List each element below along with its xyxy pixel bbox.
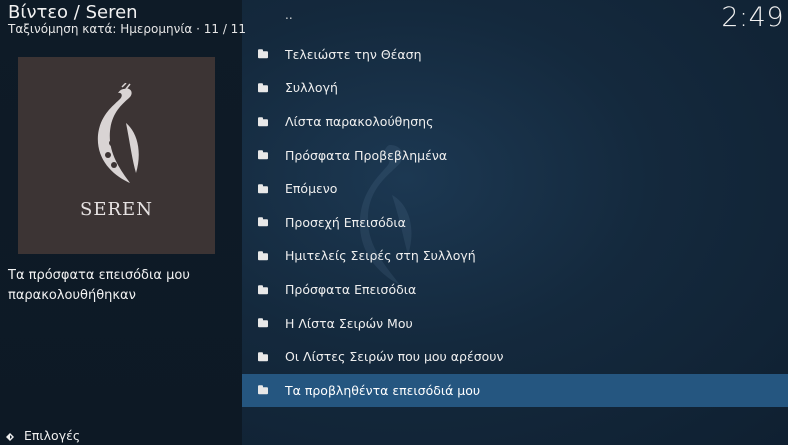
- folder-icon: [258, 385, 268, 395]
- list-item-label: Η Λίστα Σειρών Μου: [285, 315, 413, 331]
- list-item-parent[interactable]: ..: [242, 4, 788, 38]
- menu-list: .. Τελειώστε την Θέαση Συλλογή Λίστα παρ…: [242, 4, 788, 408]
- peacock-logo-icon: [97, 83, 139, 183]
- list-item-label: Ημιτελείς Σειρές στη Συλλογή: [285, 248, 476, 264]
- folder-icon: [258, 49, 268, 59]
- list-item-selected[interactable]: Τα προβληθέντα επεισόδιά μου: [242, 373, 788, 408]
- list-item[interactable]: Πρόσφατα Επεισόδια: [242, 273, 788, 307]
- parent-folder-label: ..: [285, 8, 293, 22]
- list-item-label: Λίστα παρακολούθησης: [285, 114, 434, 130]
- folder-icon: [258, 318, 268, 328]
- addon-thumbnail: SEREN: [18, 57, 215, 254]
- list-item-label: Πρόσφατα Προβεβλημένα: [285, 147, 448, 163]
- folder-icon: [258, 150, 268, 160]
- list-item[interactable]: Συλλογή: [242, 71, 788, 105]
- folder-icon: [258, 83, 268, 93]
- sort-info: Ταξινόμηση κατά: Ημερομηνία · 11 / 11: [8, 22, 246, 36]
- options-arrows-icon: [6, 433, 14, 441]
- options-button[interactable]: Επιλογές: [0, 423, 242, 445]
- list-item[interactable]: Επόμενο: [242, 172, 788, 206]
- thumbnail-label: SEREN: [80, 199, 153, 220]
- page-title: Βίντεο / Seren: [8, 2, 138, 23]
- item-description: Τα πρόσφατα επεισόδια μου παρακολουθήθηκ…: [8, 268, 190, 303]
- list-item-label: Τα προβληθέντα επεισόδιά μου: [285, 382, 481, 398]
- folder-icon: [258, 251, 268, 261]
- list-item[interactable]: Λίστα παρακολούθησης: [242, 105, 788, 139]
- list-item-label: Οι Λίστες Σειρών που μου αρέσουν: [285, 349, 504, 365]
- list-item[interactable]: Τελειώστε την Θέαση: [242, 38, 788, 72]
- list-item[interactable]: Ημιτελείς Σειρές στη Συλλογή: [242, 239, 788, 273]
- options-label: Επιλογές: [24, 428, 81, 443]
- folder-icon: [258, 284, 268, 294]
- list-item-label: Συλλογή: [285, 80, 338, 96]
- list-item[interactable]: Οι Λίστες Σειρών που μου αρέσουν: [242, 340, 788, 374]
- folder-icon: [258, 116, 268, 126]
- folder-icon: [258, 183, 268, 193]
- folder-icon: [258, 351, 268, 361]
- list-item-label: Επόμενο: [285, 181, 338, 197]
- list-item[interactable]: Πρόσφατα Προβεβλημένα: [242, 138, 788, 172]
- list-item-label: Προσεχή Επεισόδια: [285, 214, 406, 230]
- list-item-label: Τελειώστε την Θέαση: [285, 46, 422, 62]
- list-item-label: Πρόσφατα Επεισόδια: [285, 282, 417, 298]
- list-item[interactable]: Προσεχή Επεισόδια: [242, 206, 788, 240]
- folder-icon: [258, 217, 268, 227]
- list-item[interactable]: Η Λίστα Σειρών Μου: [242, 306, 788, 340]
